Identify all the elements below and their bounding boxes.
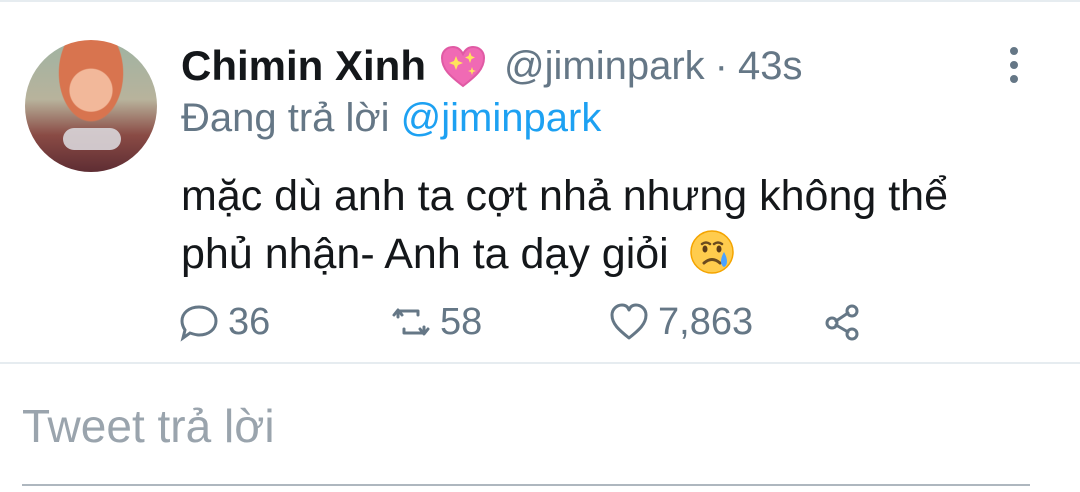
like-count: 7,863 (658, 300, 754, 343)
tweet-text-fragment: phủ nhận- Anh ta dạy giỏi (181, 230, 669, 278)
retweet-button[interactable]: 58 (390, 297, 482, 347)
reply-mention-link[interactable]: @jiminpark (401, 96, 602, 140)
tweet-actions: 36 58 7,863 (178, 297, 878, 347)
display-name[interactable]: Chimin Xinh (181, 42, 426, 90)
meta-separator: · (714, 43, 728, 88)
reply-prefix: Đang trả lời (181, 96, 390, 140)
avatar[interactable] (25, 40, 157, 172)
user-handle[interactable]: @jiminpark (504, 44, 705, 89)
reply-input-underline (22, 484, 1030, 486)
tweet-text-line: mặc dù anh ta cợt nhả nhưng không thể (181, 172, 949, 220)
reply-button[interactable]: 36 (178, 297, 270, 347)
more-vertical-icon[interactable] (1006, 47, 1022, 87)
share-button[interactable] (821, 297, 863, 347)
reply-section-divider (0, 362, 1080, 364)
tweet-text-line: phủ nhận- Anh ta dạy giỏi (181, 225, 1031, 283)
share-icon (825, 304, 859, 341)
retweet-icon (392, 308, 430, 336)
reply-composer[interactable] (22, 395, 1052, 457)
crying-face-icon (689, 229, 735, 275)
heart-icon (610, 303, 648, 340)
reply-input[interactable] (22, 395, 1052, 457)
reply-count: 36 (228, 300, 271, 343)
tweet-header: Chimin Xinh @jiminpark · 43s (181, 38, 802, 94)
retweet-count: 58 (440, 300, 483, 343)
like-button[interactable]: 7,863 (608, 297, 753, 347)
sparkling-heart-icon (438, 44, 488, 88)
tweet-text: mặc dù anh ta cợt nhả nhưng không thể ph… (181, 167, 1031, 283)
reply-context: Đang trả lời @jiminpark (181, 96, 601, 141)
tweet-timestamp[interactable]: 43s (738, 44, 803, 89)
reply-icon (180, 305, 218, 342)
tweet-card[interactable]: Chimin Xinh @jiminpark · 43s Đang trả lờ… (0, 2, 1080, 362)
